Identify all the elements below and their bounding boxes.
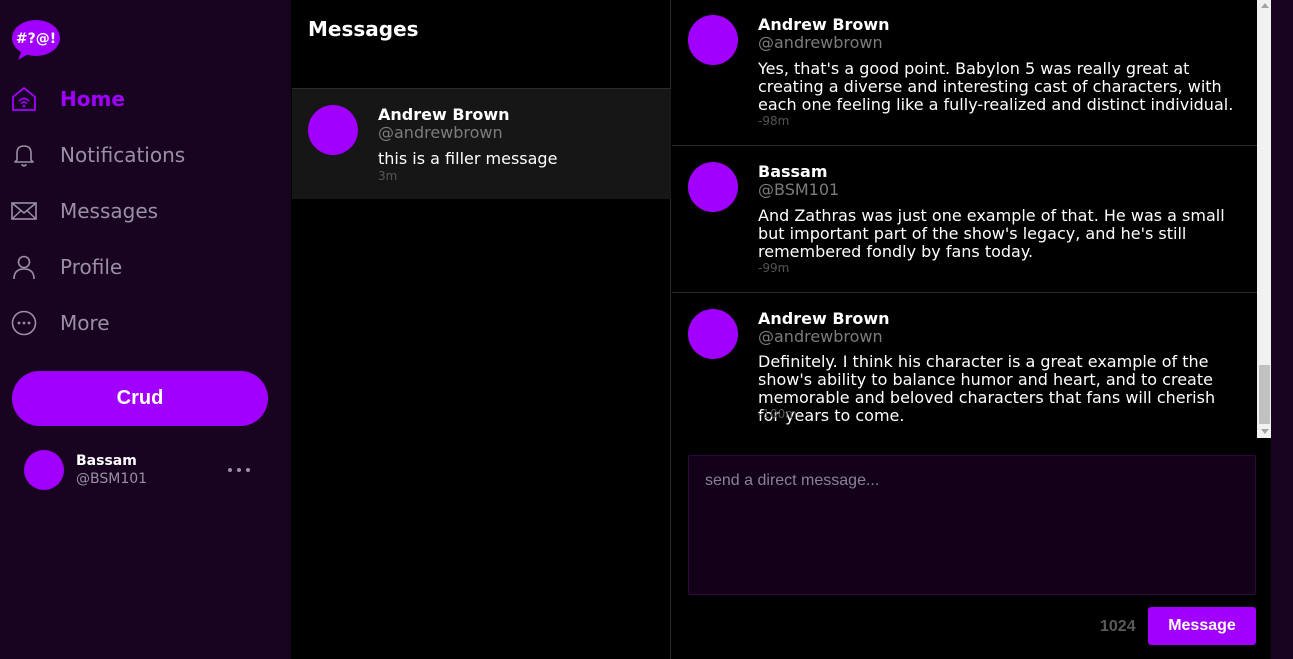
- conversation-name: Andrew Brown: [378, 105, 510, 124]
- sidebar-item-home[interactable]: Home: [0, 77, 291, 121]
- chevron-down-icon: [1261, 429, 1269, 434]
- logo-text: #?@!: [16, 31, 56, 47]
- page-edge-strip: [1271, 0, 1293, 659]
- conversation-time: 3m: [378, 169, 398, 183]
- sidebar-item-messages[interactable]: Messages: [0, 189, 291, 233]
- message-author: Bassam: [758, 162, 828, 181]
- sidebar: #?@! Home Notifications Messages Profile…: [0, 0, 291, 659]
- logo[interactable]: #?@!: [12, 18, 60, 62]
- message-handle: @andrewbrown: [758, 327, 883, 346]
- sidebar-item-label: More: [60, 311, 110, 335]
- message-time: -100m: [758, 407, 797, 421]
- bell-icon: [14, 145, 34, 167]
- current-user-handle: @BSM101: [76, 471, 148, 487]
- message-author: Andrew Brown: [758, 309, 890, 328]
- scrollbar-thumb[interactable]: [1259, 365, 1270, 424]
- user-menu-more-icon[interactable]: [228, 460, 250, 480]
- message-author: Andrew Brown: [758, 15, 890, 34]
- chevron-up-icon: [1261, 3, 1269, 8]
- message-item: Andrew Brown @andrewbrown Definitely. I …: [672, 293, 1257, 438]
- message-text: Yes, that's a good point. Babylon 5 was …: [758, 59, 1234, 114]
- scroll-down-button[interactable]: [1257, 426, 1271, 438]
- crud-button[interactable]: Crud: [12, 371, 268, 426]
- envelope-icon: [11, 202, 37, 220]
- message-item: Andrew Brown @andrewbrown Yes, that's a …: [672, 0, 1257, 146]
- scrollbar[interactable]: [1257, 0, 1271, 438]
- more-circle-icon: [11, 310, 37, 336]
- message-item: Bassam @BSM101 And Zathras was just one …: [672, 146, 1257, 293]
- message-text: Definitely. I think his character is a g…: [758, 352, 1216, 425]
- logo-icon: #?@!: [12, 20, 60, 60]
- sidebar-item-label: Home: [60, 87, 125, 111]
- send-message-button[interactable]: Message: [1148, 607, 1256, 645]
- avatar[interactable]: [688, 309, 738, 359]
- message-time: -99m: [758, 261, 790, 275]
- message-list[interactable]: Andrew Brown @andrewbrown Yes, that's a …: [672, 0, 1271, 438]
- message-handle: @andrewbrown: [758, 33, 883, 52]
- sidebar-item-notifications[interactable]: Notifications: [0, 133, 291, 177]
- avatar: [308, 105, 358, 155]
- sidebar-item-label: Messages: [60, 199, 159, 223]
- user-icon: [13, 255, 35, 280]
- current-user-name: Bassam: [76, 453, 137, 469]
- home-icon: [12, 87, 36, 111]
- direct-message-input[interactable]: [688, 455, 1256, 595]
- sidebar-item-label: Notifications: [60, 143, 186, 167]
- message-handle: @BSM101: [758, 180, 840, 199]
- sidebar-item-more[interactable]: More: [0, 301, 291, 345]
- page-title: Messages: [308, 17, 419, 41]
- scroll-up-button[interactable]: [1257, 0, 1271, 12]
- sidebar-item-label: Profile: [60, 255, 123, 279]
- message-time: -98m: [758, 114, 790, 128]
- conversation-handle: @andrewbrown: [378, 123, 503, 142]
- conversation-preview: this is a filler message: [378, 149, 558, 168]
- avatar[interactable]: [24, 450, 64, 490]
- conversation-list-panel: Messages Andrew Brown @andrewbrown this …: [291, 0, 671, 659]
- sidebar-item-profile[interactable]: Profile: [0, 245, 291, 289]
- avatar[interactable]: [688, 15, 738, 65]
- message-text: And Zathras was just one example of that…: [758, 206, 1225, 261]
- message-thread: Andrew Brown @andrewbrown Yes, that's a …: [672, 0, 1271, 659]
- avatar[interactable]: [688, 162, 738, 212]
- character-count: 1024: [1100, 618, 1136, 635]
- conversation-item[interactable]: Andrew Brown @andrewbrown this is a fill…: [292, 88, 671, 199]
